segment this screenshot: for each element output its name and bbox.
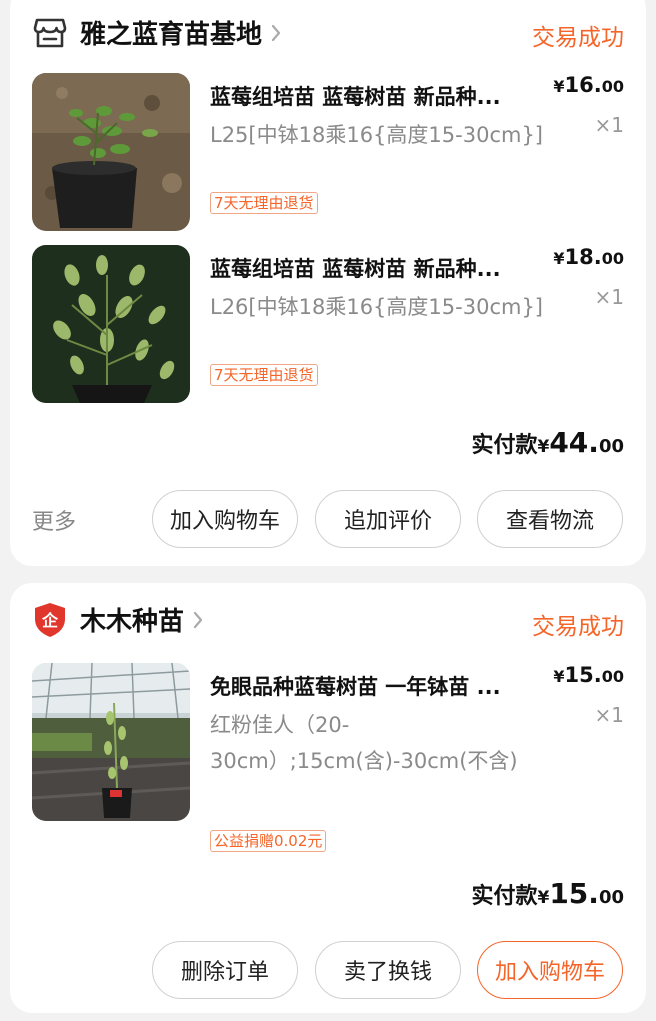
total-label: 实付款 [471, 433, 538, 458]
total-decimal: 00 [598, 436, 624, 457]
product-spec: L26[中钵18乘16{高度15-30cm}] [210, 295, 543, 319]
return-policy-tag: 7天无理由退货 [210, 192, 318, 214]
price-integer: 18. [564, 245, 602, 269]
product-title[interactable]: 免眼品种蓝莓树苗 一年钵苗 ... [210, 671, 552, 701]
total-integer: 44. [549, 426, 599, 459]
shop-name[interactable]: 雅之蓝育苗基地 [80, 14, 262, 51]
chevron-right-icon [270, 23, 282, 43]
order-item[interactable]: 蓝莓组培苗 蓝莓树苗 新品种... L25[中钵18乘16{高度15-30cm}… [32, 73, 624, 233]
currency-symbol: ¥ [553, 667, 565, 686]
charity-donation-tag: 公益捐赠0.02元 [210, 830, 327, 852]
item-quantity: ×1 [594, 113, 624, 137]
total-label: 实付款 [471, 884, 538, 909]
product-image[interactable] [32, 663, 190, 821]
price-decimal: 00 [601, 77, 624, 96]
price-decimal: 00 [601, 667, 624, 686]
price-decimal: 00 [601, 249, 624, 268]
order-status: 交易成功 [532, 25, 624, 51]
add-to-cart-button[interactable]: 加入购物车 [477, 941, 623, 999]
product-image[interactable] [32, 245, 190, 403]
total-integer: 15. [549, 877, 599, 910]
currency-symbol: ¥ [537, 888, 550, 908]
enterprise-badge-text: 企 [41, 611, 59, 630]
order-item[interactable]: 免眼品种蓝莓树苗 一年钵苗 ... 红粉佳人（20-30cm）;15cm(含)-… [32, 663, 624, 863]
shop-header[interactable]: 企 木木种苗 [32, 601, 204, 638]
add-to-cart-button[interactable]: 加入购物车 [152, 490, 298, 548]
resell-button[interactable]: 卖了换钱 [315, 941, 461, 999]
product-spec: 红粉佳人（20-30cm）;15cm(含)-30cm(不含) [210, 713, 518, 773]
order-status: 交易成功 [532, 614, 624, 640]
order-item[interactable]: 蓝莓组培苗 蓝莓树苗 新品种... L26[中钵18乘16{高度15-30cm}… [32, 245, 624, 405]
shop-name[interactable]: 木木种苗 [80, 601, 184, 638]
price-integer: 15. [564, 663, 602, 687]
item-quantity: ×1 [594, 703, 624, 727]
item-price: ¥18.00 [553, 245, 624, 269]
order-card[interactable]: 雅之蓝育苗基地 交易成功 蓝莓组培苗 蓝莓树苗 新品种... L25[中钵18乘… [10, 0, 646, 566]
view-logistics-button[interactable]: 查看物流 [477, 490, 623, 548]
item-price: ¥15.00 [553, 663, 624, 687]
more-button[interactable]: 更多 [32, 504, 76, 536]
enterprise-shield-icon: 企 [32, 602, 68, 638]
chevron-right-icon [192, 610, 204, 630]
order-card[interactable]: 企 木木种苗 交易成功 免眼品种蓝莓树苗 一年钵苗 ... 红粉佳人（20-30… [10, 583, 646, 1013]
shop-header[interactable]: 雅之蓝育苗基地 [32, 14, 282, 51]
currency-symbol: ¥ [553, 249, 565, 268]
price-integer: 16. [564, 73, 602, 97]
product-title[interactable]: 蓝莓组培苗 蓝莓树苗 新品种... [210, 253, 552, 283]
total-decimal: 00 [598, 887, 624, 908]
item-price: ¥16.00 [553, 73, 624, 97]
delete-order-button[interactable]: 删除订单 [152, 941, 298, 999]
order-total: 实付款¥15.00 [471, 877, 624, 910]
store-icon [32, 15, 68, 51]
product-image[interactable] [32, 73, 190, 231]
return-policy-tag: 7天无理由退货 [210, 364, 318, 386]
currency-symbol: ¥ [553, 77, 565, 96]
item-quantity: ×1 [594, 285, 624, 309]
product-title[interactable]: 蓝莓组培苗 蓝莓树苗 新品种... [210, 81, 552, 111]
add-review-button[interactable]: 追加评价 [315, 490, 461, 548]
product-spec: L25[中钵18乘16{高度15-30cm}] [210, 123, 543, 147]
currency-symbol: ¥ [537, 437, 550, 457]
order-total: 实付款¥44.00 [471, 426, 624, 459]
